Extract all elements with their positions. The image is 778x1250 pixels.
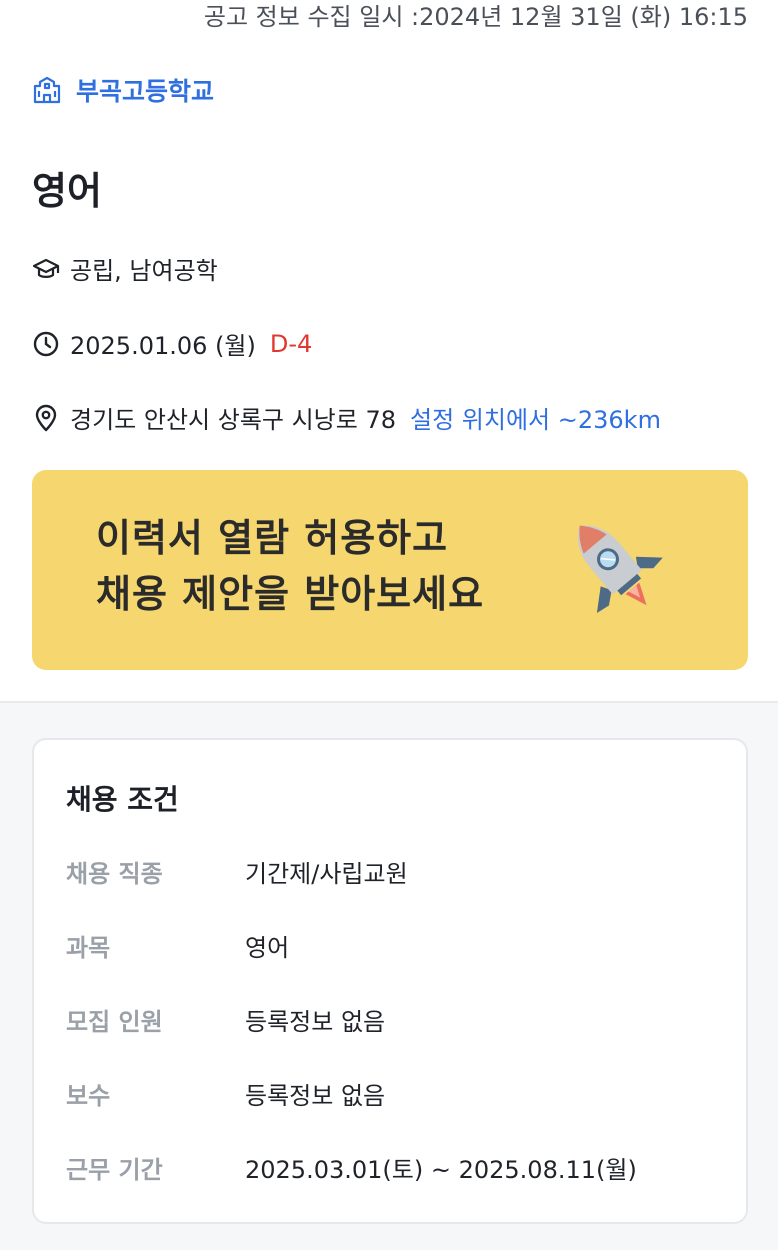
school-name[interactable]: 부곡고등학교 <box>76 72 214 108</box>
location-distance[interactable]: 설정 위치에서 ~236km <box>410 400 661 435</box>
location-address: 경기도 안산시 상록구 시낭로 78 <box>70 406 397 434</box>
deadline-date: 2025.01.06 (월) <box>70 332 256 360</box>
condition-label: 근무 기간 <box>66 1156 163 1184</box>
condition-row: 근무 기간 2025.03.01(토) ~ 2025.08.11(월) <box>66 1153 637 1187</box>
condition-row: 채용 직종 기간제/사립교원 <box>66 857 408 891</box>
resume-promo-banner[interactable]: 이력서 열람 허용하고 채용 제안을 받아보세요 <box>32 470 748 670</box>
condition-value: 영어 <box>245 934 290 962</box>
subject-title: 영어 <box>32 169 102 213</box>
condition-value: 2025.03.01(토) ~ 2025.08.11(월) <box>245 1156 637 1184</box>
location-row: 경기도 안산시 상록구 시낭로 78 설정 위치에서 ~236km <box>32 400 661 435</box>
rocket-icon <box>552 510 682 634</box>
school-type-row: 공립, 남여공학 <box>32 251 218 286</box>
condition-label: 채용 직종 <box>66 860 163 888</box>
condition-value: 기간제/사립교원 <box>245 860 408 888</box>
job-header-section: 공고 정보 수집 일시 :2024년 12월 31일 (화) 16:15 부곡고… <box>0 0 778 703</box>
map-pin-icon <box>32 404 60 432</box>
collection-timestamp: 공고 정보 수집 일시 :2024년 12월 31일 (화) 16:15 <box>203 3 748 31</box>
school-link[interactable]: 부곡고등학교 <box>32 72 214 108</box>
condition-label: 과목 <box>66 934 111 962</box>
banner-text: 이력서 열람 허용하고 채용 제안을 받아보세요 <box>96 510 484 622</box>
graduation-cap-icon <box>32 255 60 283</box>
condition-row: 모집 인원 등록정보 없음 <box>66 1005 385 1039</box>
conditions-section: 채용 조건 채용 직종 기간제/사립교원 과목 영어 모집 인원 등록정보 없음… <box>0 703 778 1250</box>
conditions-card: 채용 조건 채용 직종 기간제/사립교원 과목 영어 모집 인원 등록정보 없음… <box>32 738 748 1224</box>
banner-line-2: 채용 제안을 받아보세요 <box>96 572 485 616</box>
condition-row: 과목 영어 <box>66 931 289 965</box>
condition-label: 모집 인원 <box>66 1008 163 1036</box>
school-type-text: 공립, 남여공학 <box>70 257 218 285</box>
condition-value: 등록정보 없음 <box>245 1008 386 1036</box>
deadline-row: 2025.01.06 (월) D-4 <box>32 326 312 361</box>
clock-icon <box>32 330 60 358</box>
condition-value: 등록정보 없음 <box>245 1082 386 1110</box>
condition-row: 보수 등록정보 없음 <box>66 1079 385 1113</box>
conditions-title: 채용 조건 <box>66 783 179 816</box>
dday-badge: D-4 <box>269 329 313 358</box>
banner-line-1: 이력서 열람 허용하고 <box>96 516 449 560</box>
condition-label: 보수 <box>66 1082 111 1110</box>
school-building-icon <box>32 75 62 105</box>
